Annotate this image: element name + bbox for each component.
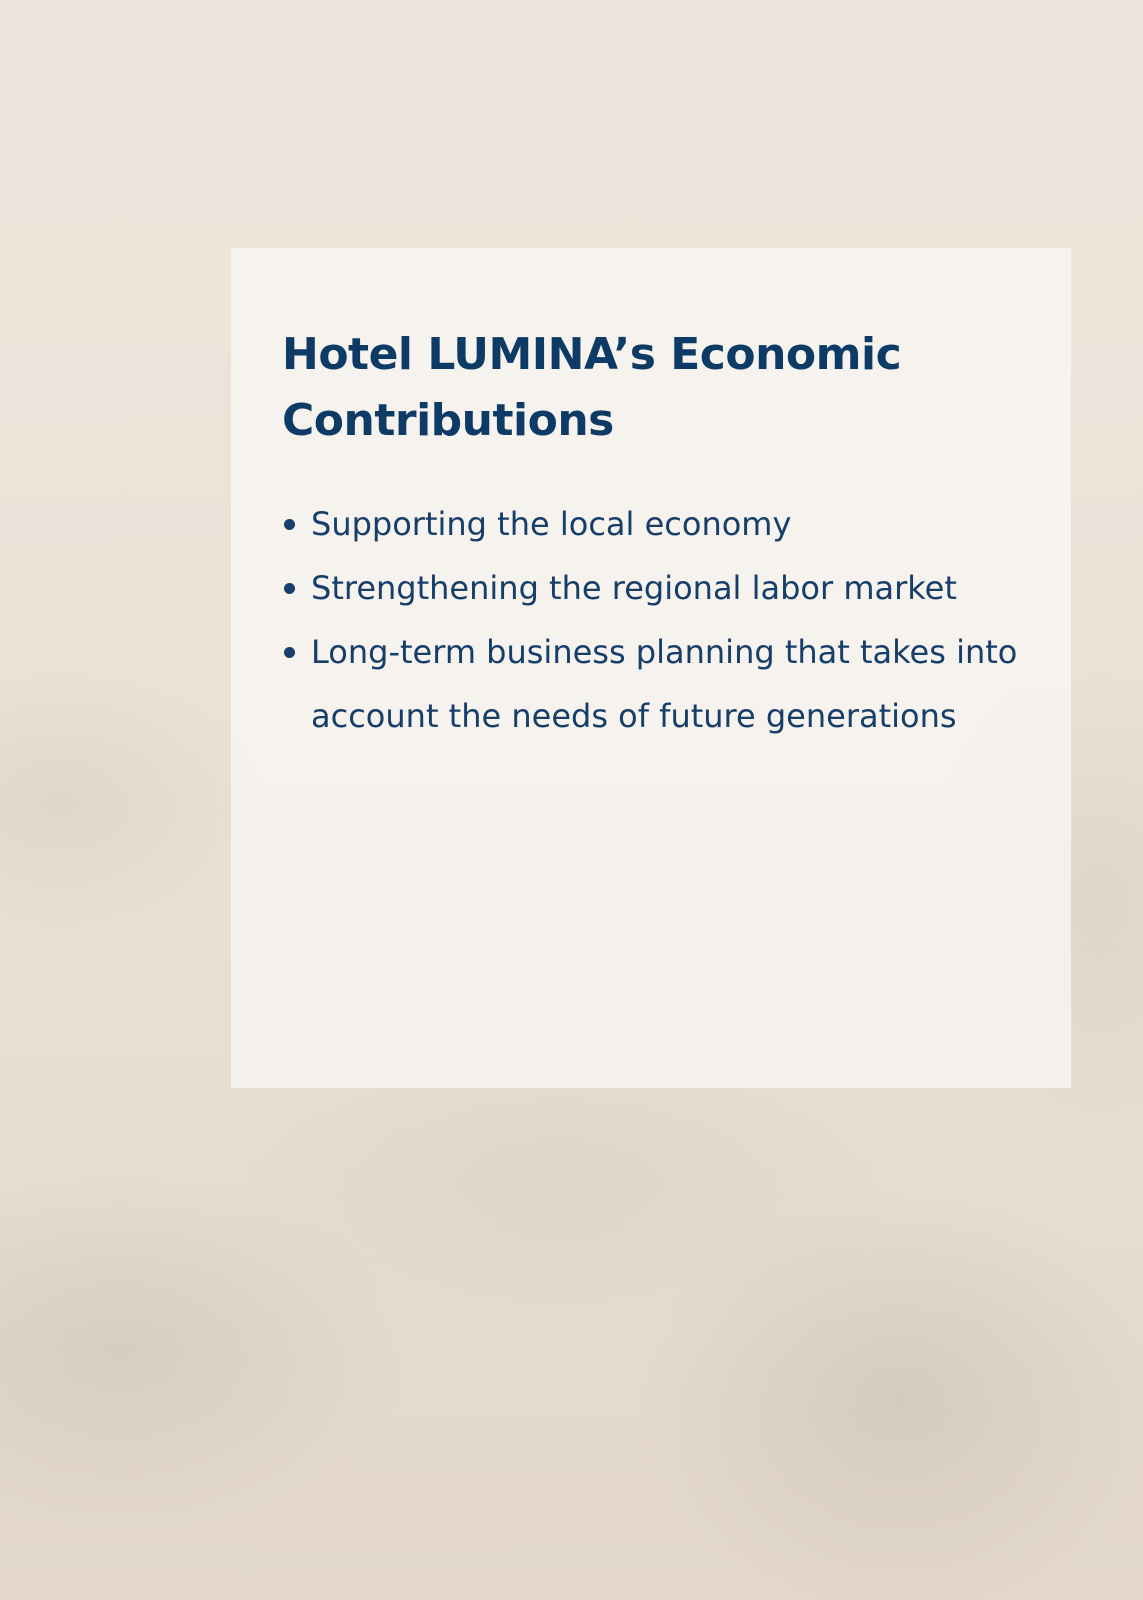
page-title: Hotel LUMINA’s Economic Contributions bbox=[282, 329, 902, 446]
bullet-icon bbox=[284, 647, 295, 658]
list-item-text: Supporting the local economy bbox=[311, 505, 792, 543]
bullet-icon bbox=[284, 583, 295, 594]
list-item: Supporting the local economy bbox=[282, 492, 1031, 556]
list-item-text: Long-term business planning that takes i… bbox=[311, 633, 1018, 735]
contributions-list: Supporting the local economy Strengtheni… bbox=[282, 492, 1031, 748]
list-item-text: Strengthening the regional labor market bbox=[311, 569, 957, 607]
bullet-icon bbox=[284, 519, 295, 530]
list-item: Long-term business planning that takes i… bbox=[282, 620, 1031, 748]
content-card: Hotel LUMINA’s Economic Contributions Su… bbox=[231, 248, 1071, 1088]
list-item: Strengthening the regional labor market bbox=[282, 556, 1031, 620]
